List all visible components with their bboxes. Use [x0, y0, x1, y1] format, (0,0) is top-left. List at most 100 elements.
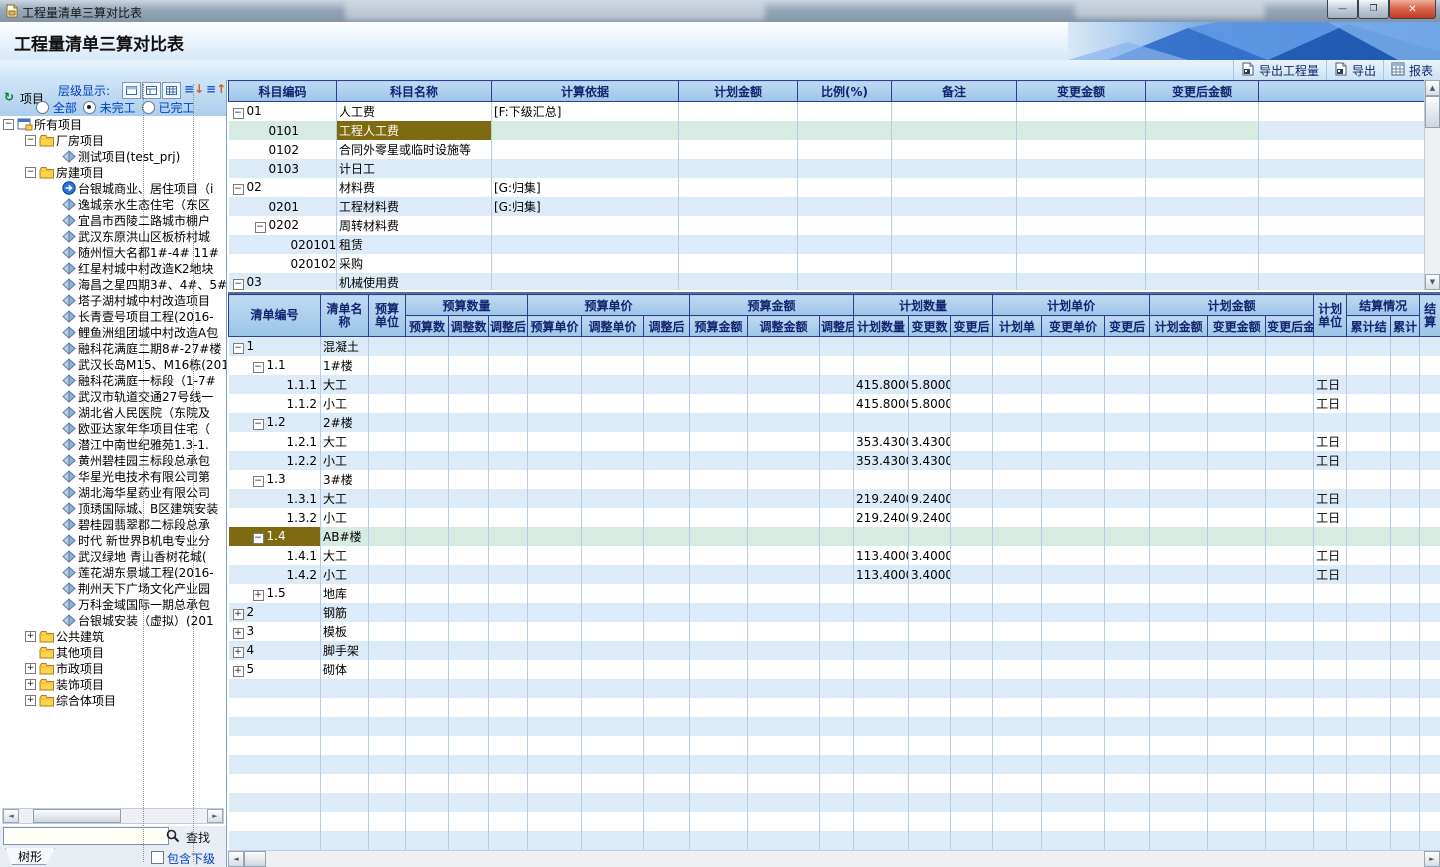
tree-item[interactable]: 时代 新世界B机电专业分: [0, 532, 226, 548]
table-cell[interactable]: [406, 603, 449, 622]
table-cell[interactable]: [1266, 451, 1314, 470]
table-cell[interactable]: [449, 413, 489, 432]
table-cell[interactable]: [1042, 565, 1105, 584]
table-cell[interactable]: [528, 584, 582, 603]
table-cell[interactable]: [449, 546, 489, 565]
calc-basis-cell[interactable]: [G:归集]: [492, 197, 679, 216]
change-qty-cell[interactable]: [909, 356, 951, 375]
table-cell[interactable]: [1347, 584, 1391, 603]
table-cell[interactable]: [690, 489, 748, 508]
subject-code-cell[interactable]: −0202: [229, 216, 337, 235]
table-cell[interactable]: [1042, 527, 1105, 546]
table-cell[interactable]: [748, 375, 820, 394]
table-cell[interactable]: [528, 508, 582, 527]
table-cell[interactable]: [528, 432, 582, 451]
table-cell[interactable]: [582, 432, 644, 451]
subject-code-cell[interactable]: 020101: [229, 235, 337, 254]
table-cell[interactable]: [748, 432, 820, 451]
table-cell[interactable]: [582, 394, 644, 413]
bottom-table-row[interactable]: −1.22#楼: [229, 413, 1440, 432]
subject-code-cell[interactable]: −01: [229, 102, 337, 122]
expander-icon[interactable]: −: [233, 184, 244, 195]
find-button[interactable]: 查找: [186, 829, 210, 846]
table-cell[interactable]: [449, 432, 489, 451]
table-cell[interactable]: [1391, 470, 1420, 489]
change-qty-cell[interactable]: [909, 470, 951, 489]
table-cell[interactable]: [1017, 235, 1146, 254]
table-cell[interactable]: [1017, 197, 1146, 216]
plan-unit-cell[interactable]: [1314, 603, 1347, 622]
table-cell[interactable]: [951, 432, 993, 451]
table-cell[interactable]: [1042, 641, 1105, 660]
table-cell[interactable]: [798, 121, 892, 140]
table-cell[interactable]: [1266, 394, 1314, 413]
list-name-cell[interactable]: 钢筋: [321, 603, 369, 622]
list-name-cell[interactable]: 1#楼: [321, 356, 369, 375]
table-cell[interactable]: [1266, 508, 1314, 527]
plan-unit-cell[interactable]: 工日: [1314, 375, 1347, 394]
table-cell[interactable]: [1150, 565, 1208, 584]
table-cell[interactable]: [1391, 584, 1420, 603]
table-cell[interactable]: [1208, 337, 1266, 357]
table-cell[interactable]: [369, 546, 406, 565]
table-cell[interactable]: [1208, 508, 1266, 527]
table-cell[interactable]: [1391, 413, 1420, 432]
table-cell[interactable]: [528, 337, 582, 357]
table-cell[interactable]: [582, 546, 644, 565]
table-cell[interactable]: [1042, 584, 1105, 603]
bottom-table-row[interactable]: +3模板: [229, 622, 1440, 641]
search-icon[interactable]: [166, 829, 180, 846]
tree-item[interactable]: 湖北海华星药业有限公司: [0, 484, 226, 500]
table-cell[interactable]: [748, 470, 820, 489]
table-cell[interactable]: [798, 140, 892, 159]
table-cell[interactable]: [820, 584, 854, 603]
table-cell[interactable]: [1150, 394, 1208, 413]
table-cell[interactable]: [528, 622, 582, 641]
table-cell[interactable]: [690, 660, 748, 679]
table-cell[interactable]: [1420, 375, 1440, 394]
table-cell[interactable]: [582, 508, 644, 527]
table-cell[interactable]: [644, 603, 690, 622]
table-cell[interactable]: [489, 584, 528, 603]
subject-code-cell[interactable]: 0101: [229, 121, 337, 140]
export-button[interactable]: 导出: [1326, 60, 1383, 80]
table-cell[interactable]: [1266, 413, 1314, 432]
subject-code-cell[interactable]: 0103: [229, 159, 337, 178]
table-cell[interactable]: [1105, 622, 1150, 641]
table-cell[interactable]: [1391, 527, 1420, 546]
table-cell[interactable]: [1347, 375, 1391, 394]
bottom-table-row[interactable]: +2钢筋: [229, 603, 1440, 622]
table-cell[interactable]: [1105, 451, 1150, 470]
tree-item[interactable]: 塔子湖村城中村改造项目: [0, 292, 226, 308]
table-cell[interactable]: [1146, 197, 1259, 216]
table-cell[interactable]: [449, 660, 489, 679]
refresh-icon[interactable]: ↻: [4, 90, 14, 104]
table-cell[interactable]: [528, 375, 582, 394]
tree-item[interactable]: 融科花满庭二期8#-27#楼: [0, 340, 226, 356]
table-cell[interactable]: [1391, 432, 1420, 451]
table-cell[interactable]: [582, 375, 644, 394]
table-cell[interactable]: [1208, 660, 1266, 679]
table-cell[interactable]: [449, 622, 489, 641]
bottom-table-row[interactable]: −1.4AB#楼: [229, 527, 1440, 546]
table-cell[interactable]: [1259, 159, 1425, 178]
table-cell[interactable]: [993, 508, 1042, 527]
table-cell[interactable]: [951, 375, 993, 394]
subject-name-cell[interactable]: 人工费: [337, 102, 492, 122]
table-cell[interactable]: [528, 451, 582, 470]
table-cell[interactable]: [1259, 140, 1425, 159]
table-cell[interactable]: [679, 140, 798, 159]
table-cell[interactable]: [1042, 394, 1105, 413]
table-cell[interactable]: [1259, 121, 1425, 140]
table-cell[interactable]: [406, 337, 449, 357]
table-cell[interactable]: [449, 584, 489, 603]
table-cell[interactable]: [1391, 641, 1420, 660]
table-cell[interactable]: [951, 622, 993, 641]
table-cell[interactable]: [1105, 565, 1150, 584]
expander-icon[interactable]: +: [233, 647, 244, 658]
table-cell[interactable]: [406, 660, 449, 679]
scrollbar-thumb[interactable]: [1425, 96, 1440, 128]
table-cell[interactable]: [798, 102, 892, 122]
table-cell[interactable]: [1391, 622, 1420, 641]
table-cell[interactable]: [951, 584, 993, 603]
